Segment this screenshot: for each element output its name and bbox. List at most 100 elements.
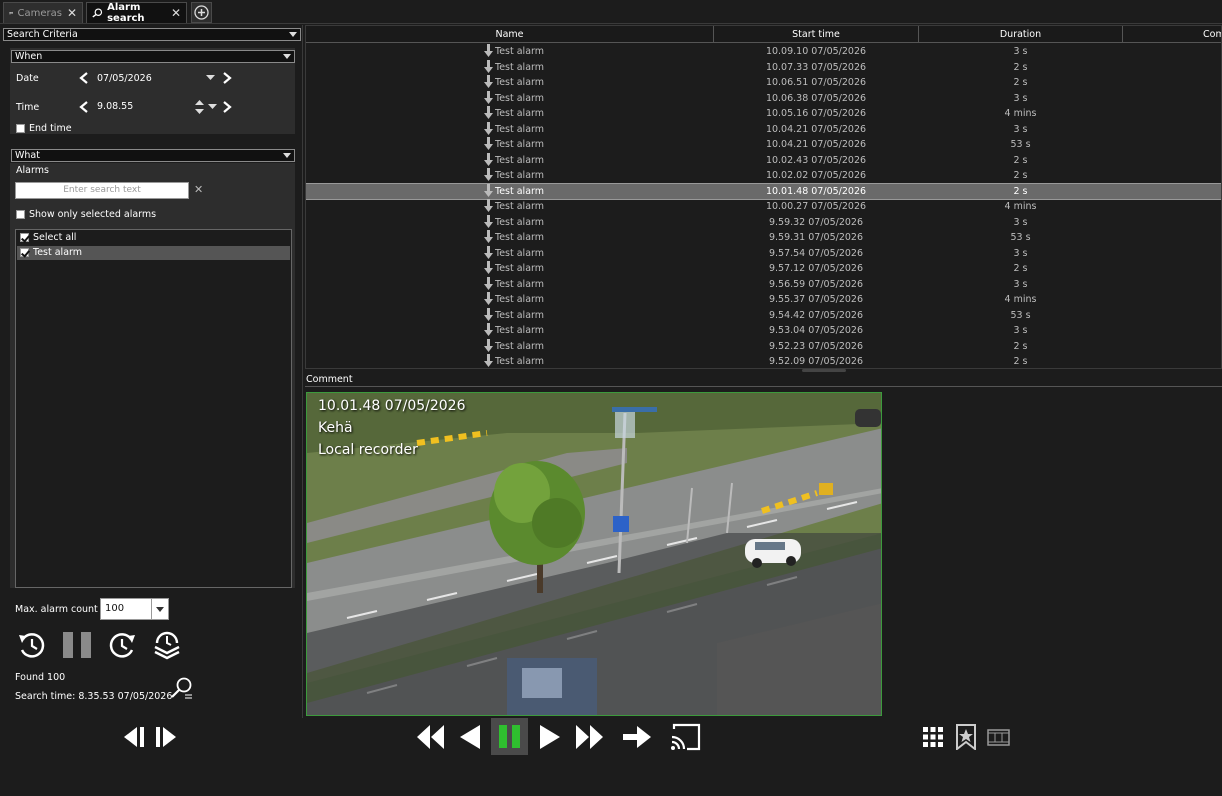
column-header-start-time[interactable]: Start time xyxy=(714,26,919,43)
table-row[interactable]: Test alarm 10.00.27 07/05/2026 4 mins xyxy=(306,199,1221,215)
close-icon[interactable]: ✕ xyxy=(171,6,181,20)
table-row[interactable]: Test alarm 9.56.59 07/05/2026 3 s xyxy=(306,276,1221,293)
play-forward-icon[interactable] xyxy=(538,724,562,750)
table-row[interactable]: Test alarm 10.04.21 07/05/2026 53 s xyxy=(306,137,1221,153)
cell-duration: 3 s xyxy=(1013,278,1028,290)
cell-name: Test alarm xyxy=(484,214,544,231)
chevron-left-icon[interactable] xyxy=(79,101,89,113)
scrollbar-thumb[interactable] xyxy=(802,369,846,372)
tab-cameras[interactable]: Cameras ✕ xyxy=(3,2,83,23)
download-arrow-icon xyxy=(484,276,493,290)
table-row[interactable]: Test alarm 9.54.42 07/05/2026 53 s xyxy=(306,307,1221,324)
cell-name: Test alarm xyxy=(484,230,544,246)
search-criteria-header[interactable]: Search Criteria xyxy=(3,28,301,41)
tab-alarm-search[interactable]: Alarm search ✕ xyxy=(86,2,187,24)
select-all-checkbox[interactable] xyxy=(20,233,29,242)
cell-start-time: 10.02.02 07/05/2026 xyxy=(765,170,867,181)
download-arrow-icon xyxy=(484,121,493,135)
list-item-select-all[interactable]: Select all xyxy=(17,231,290,245)
alarm-name: Test alarm xyxy=(495,77,545,88)
alarm-name: Test alarm xyxy=(495,263,545,274)
max-alarm-count-select[interactable]: 100 xyxy=(100,598,169,620)
cell-duration: 2 s xyxy=(1013,154,1028,166)
date-field[interactable]: 07/05/2026 xyxy=(97,73,152,84)
go-to-live-icon[interactable] xyxy=(622,725,652,749)
pause-button[interactable] xyxy=(491,718,528,755)
alarm-name: Test alarm xyxy=(495,123,545,135)
table-row[interactable]: Test alarm 9.59.32 07/05/2026 3 s xyxy=(306,214,1221,231)
test-alarm-checkbox[interactable] xyxy=(20,248,29,257)
when-label: When xyxy=(15,51,43,62)
alarm-name: Test alarm xyxy=(495,61,545,73)
tab-bar: Cameras ✕ Alarm search ✕ xyxy=(0,0,1222,24)
search-criteria-panel: Search Criteria When Date 07/05/2026 Tim… xyxy=(0,25,303,718)
cell-start-time: 10.04.21 07/05/2026 xyxy=(765,139,867,150)
download-arrow-icon xyxy=(484,59,493,73)
cell-duration: 2 s xyxy=(1013,61,1028,73)
search-icon[interactable] xyxy=(170,676,194,700)
cell-duration: 2 s xyxy=(1013,170,1028,181)
table-row[interactable]: Test alarm 9.59.31 07/05/2026 53 s xyxy=(306,230,1221,246)
column-header-duration[interactable]: Duration xyxy=(919,26,1123,43)
when-header[interactable]: When xyxy=(11,50,295,63)
table-row[interactable]: Test alarm 10.04.21 07/05/2026 3 s xyxy=(306,121,1221,138)
table-row[interactable]: Test alarm 9.57.54 07/05/2026 3 s xyxy=(306,245,1221,262)
download-arrow-icon xyxy=(484,106,493,119)
pause-icon xyxy=(499,725,520,748)
table-row[interactable]: Test alarm 10.05.16 07/05/2026 4 mins xyxy=(306,106,1221,122)
table-row[interactable]: Test alarm 9.57.12 07/05/2026 2 s xyxy=(306,261,1221,277)
pause-search-button[interactable] xyxy=(62,631,92,659)
alarm-search-input[interactable]: Enter search text xyxy=(15,182,189,199)
table-row[interactable]: Test alarm 10.07.33 07/05/2026 2 s xyxy=(306,59,1221,76)
list-item-test-alarm[interactable]: Test alarm xyxy=(17,246,290,260)
clear-search-icon[interactable]: ✕ xyxy=(194,183,203,196)
bookmark-star-icon[interactable] xyxy=(955,724,977,750)
table-row[interactable]: Test alarm 9.53.04 07/05/2026 3 s xyxy=(306,323,1221,339)
table-row[interactable]: Test alarm 10.02.43 07/05/2026 2 s xyxy=(306,152,1221,169)
add-tab-button[interactable] xyxy=(191,2,212,23)
video-player[interactable]: 10.01.48 07/05/2026 Kehä Local recorder xyxy=(306,392,882,716)
chevron-right-icon[interactable] xyxy=(222,101,232,113)
plus-circle-icon xyxy=(194,5,209,20)
table-row[interactable]: Test alarm 9.55.37 07/05/2026 4 mins xyxy=(306,292,1221,308)
cast-icon[interactable] xyxy=(670,723,701,751)
play-backward-icon[interactable] xyxy=(458,724,482,750)
fast-rewind-icon[interactable] xyxy=(416,724,446,750)
column-header-name[interactable]: Name xyxy=(306,26,714,43)
search-backward-button[interactable] xyxy=(17,630,47,660)
chevron-down-icon[interactable] xyxy=(151,599,168,619)
show-only-selected-checkbox[interactable] xyxy=(16,210,25,219)
table-row[interactable]: Test alarm 10.01.48 07/05/2026 2 s xyxy=(306,182,1221,200)
close-icon[interactable]: ✕ xyxy=(67,6,77,20)
cell-name: Test alarm xyxy=(484,307,544,324)
download-arrow-icon xyxy=(484,307,493,321)
cell-start-time: 9.57.54 07/05/2026 xyxy=(768,247,864,259)
alarm-name: Test alarm xyxy=(495,278,545,290)
end-time-checkbox[interactable] xyxy=(16,124,25,133)
chevron-down-icon[interactable] xyxy=(206,75,215,81)
cell-duration: 53 s xyxy=(1010,139,1031,150)
what-header[interactable]: What xyxy=(11,149,295,162)
tab-alarm-search-label: Alarm search xyxy=(107,2,145,24)
table-row[interactable]: Test alarm 10.06.51 07/05/2026 2 s xyxy=(306,75,1221,91)
chevron-down-icon[interactable] xyxy=(208,104,217,110)
download-arrow-icon xyxy=(484,152,493,166)
chevron-left-icon[interactable] xyxy=(79,72,89,84)
fast-forward-icon[interactable] xyxy=(574,724,604,750)
cell-duration: 2 s xyxy=(1013,77,1028,88)
next-frame-icon[interactable] xyxy=(154,726,178,748)
table-row[interactable]: Test alarm 9.52.23 07/05/2026 2 s xyxy=(306,338,1221,355)
table-row[interactable]: Test alarm 10.06.38 07/05/2026 3 s xyxy=(306,90,1221,107)
table-row[interactable]: Test alarm 10.02.02 07/05/2026 2 s xyxy=(306,168,1221,184)
chevron-right-icon[interactable] xyxy=(222,72,232,84)
search-forward-button[interactable] xyxy=(107,630,137,660)
time-field[interactable]: 9.08.55 xyxy=(97,101,133,112)
grid-layout-icon[interactable] xyxy=(922,726,944,748)
previous-frame-icon[interactable] xyxy=(122,726,146,748)
film-strip-icon[interactable] xyxy=(987,729,1010,746)
column-header-comment[interactable]: Com xyxy=(1123,26,1221,43)
table-row[interactable]: Test alarm 9.52.09 07/05/2026 2 s xyxy=(306,354,1221,368)
spinner-icon[interactable] xyxy=(195,100,204,114)
alarm-export-icon[interactable] xyxy=(151,629,183,661)
table-row[interactable]: Test alarm 10.09.10 07/05/2026 3 s xyxy=(306,44,1221,60)
